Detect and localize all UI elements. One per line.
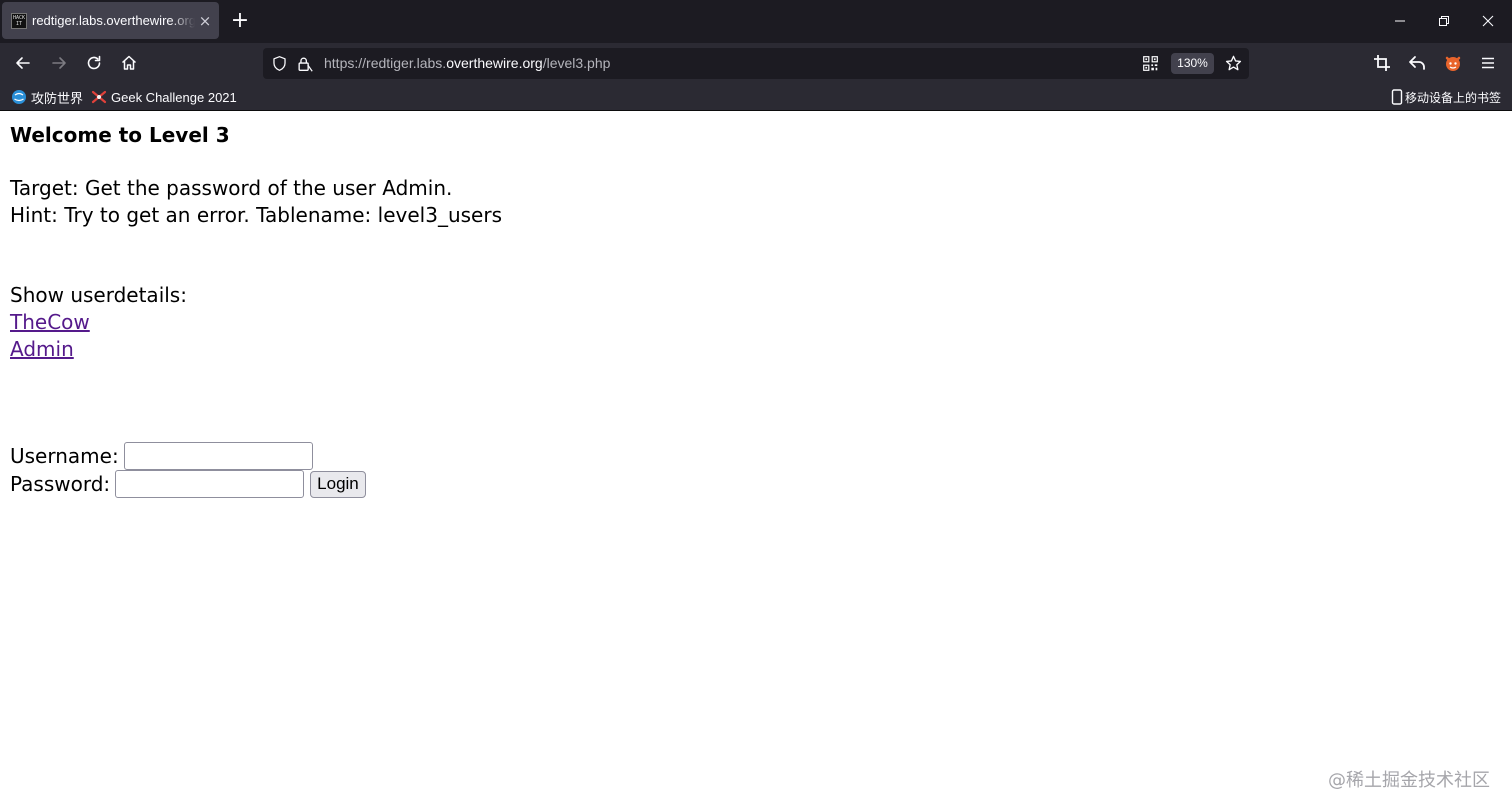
url-subdomain: redtiger.labs. bbox=[366, 55, 447, 71]
show-userdetails-label: Show userdetails: bbox=[10, 283, 187, 307]
login-button[interactable]: Login bbox=[310, 470, 366, 498]
lock-icon[interactable] bbox=[296, 55, 314, 73]
mobile-bookmarks-folder[interactable]: 移动设备上的书签 bbox=[1391, 88, 1501, 106]
page-heading: Welcome to Level 3 bbox=[10, 123, 230, 147]
minimize-icon[interactable] bbox=[1390, 11, 1410, 31]
url-path: /level3.php bbox=[542, 55, 611, 71]
navigation-toolbar: https://redtiger.labs.overthewire.org/le… bbox=[0, 43, 1512, 83]
back-icon[interactable] bbox=[13, 53, 33, 73]
watermark-text: @稀土掘金技术社区 bbox=[1328, 770, 1490, 791]
password-label: Password: bbox=[10, 471, 111, 496]
new-tab-button[interactable]: + bbox=[229, 10, 251, 32]
target-text: Target: Get the password of the user Adm… bbox=[10, 176, 453, 200]
extension-fox-icon[interactable] bbox=[1443, 53, 1463, 73]
globe-icon bbox=[12, 90, 26, 104]
username-label: Username: bbox=[10, 443, 119, 468]
tab-close-icon[interactable]: × bbox=[197, 12, 213, 30]
qr-code-icon[interactable] bbox=[1142, 55, 1159, 72]
reload-icon[interactable] bbox=[84, 53, 104, 73]
bookmark-geek-challenge[interactable]: Geek Challenge 2021 bbox=[91, 88, 237, 106]
url-host: overthewire.org bbox=[446, 55, 543, 71]
bookmark-label: Geek Challenge 2021 bbox=[111, 89, 237, 105]
active-tab[interactable]: HACK IT redtiger.labs.overthewire.org/le… bbox=[2, 2, 219, 39]
user-link-thecow[interactable]: TheCow bbox=[10, 310, 90, 334]
hint-text: Hint: Try to get an error. Tablename: le… bbox=[10, 203, 502, 227]
mobile-bookmarks-label: 移动设备上的书签 bbox=[1405, 90, 1502, 105]
tab-title: redtiger.labs.overthewire.org/level3.php bbox=[32, 13, 195, 28]
tracking-shield-icon[interactable] bbox=[271, 55, 288, 72]
crop-screenshot-icon[interactable] bbox=[1372, 53, 1392, 73]
tab-bar: HACK IT redtiger.labs.overthewire.org/le… bbox=[0, 0, 1512, 43]
window-close-icon[interactable] bbox=[1478, 11, 1498, 31]
username-input[interactable] bbox=[123, 442, 313, 470]
restore-icon[interactable] bbox=[1434, 11, 1454, 31]
menu-hamburger-icon[interactable] bbox=[1478, 53, 1498, 73]
forward-icon[interactable] bbox=[49, 53, 69, 73]
bookmark-gongfang[interactable]: 攻防世界 bbox=[11, 88, 83, 106]
zoom-level-badge[interactable]: 130% bbox=[1171, 53, 1214, 74]
address-bar[interactable]: https://redtiger.labs.overthewire.org/le… bbox=[263, 48, 1249, 79]
username-row: Username: bbox=[10, 442, 313, 470]
password-input[interactable] bbox=[115, 470, 305, 498]
home-icon[interactable] bbox=[119, 53, 139, 73]
mobile-device-icon bbox=[1391, 89, 1403, 105]
bookmarks-toolbar: 攻防世界 Geek Challenge 2021 移动设备上的书签 bbox=[0, 83, 1512, 111]
url-scheme: https:// bbox=[324, 55, 367, 71]
bookmark-label: 攻防世界 bbox=[31, 90, 84, 106]
undo-arrow-icon[interactable] bbox=[1407, 53, 1427, 73]
page-content: Welcome to Level 3 Target: Get the passw… bbox=[0, 111, 1512, 811]
site-favicon-icon: HACK IT bbox=[11, 12, 27, 29]
password-row: Password: Login bbox=[10, 470, 366, 498]
url-text[interactable]: https://redtiger.labs.overthewire.org/le… bbox=[324, 55, 610, 71]
geek-icon bbox=[91, 90, 107, 104]
user-link-admin[interactable]: Admin bbox=[10, 337, 74, 361]
bookmark-star-icon[interactable] bbox=[1224, 54, 1243, 73]
